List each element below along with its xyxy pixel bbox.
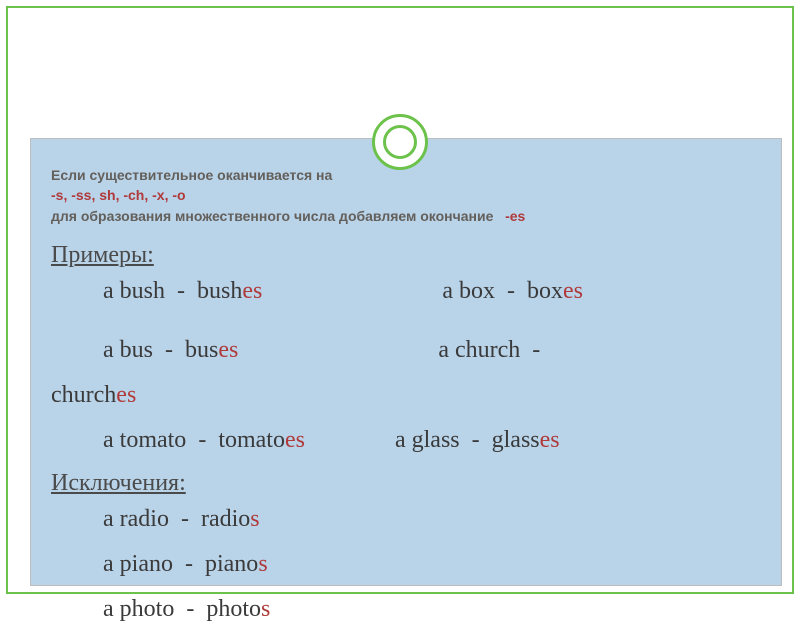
plural-suffix: s (258, 551, 267, 577)
plural-suffix: es (563, 278, 583, 304)
exception-row: a radio - radios (31, 497, 781, 542)
plural-suffix: es (242, 278, 262, 304)
content-box: Если существительное оканчивается на -s,… (30, 138, 782, 586)
plural-suffix: s (250, 506, 259, 532)
example-singular: a glass (395, 427, 460, 453)
decorative-circle (372, 114, 428, 170)
exceptions-list: a radio - radiosa piano - pianosa photo … (31, 497, 781, 632)
exception-plural: radios (201, 506, 260, 532)
rule-endings: -s, -ss, sh, -ch, -x, -o (51, 185, 761, 205)
example-singular: a tomato (103, 427, 186, 453)
example-plural: churches (51, 382, 136, 408)
plural-suffix: es (540, 427, 560, 453)
spacer (31, 314, 781, 328)
plural-suffix: es (116, 382, 136, 408)
example-singular: a bush (103, 278, 165, 304)
circle-outer-icon (372, 114, 428, 170)
examples-header: Примеры: (31, 234, 781, 269)
plural-suffix: es (218, 337, 238, 363)
example-singular: a church (438, 337, 520, 363)
circle-inner-icon (383, 125, 417, 159)
example-plural: tomatoes (218, 427, 305, 453)
plural-suffix: es (285, 427, 305, 453)
exception-singular: a radio (103, 506, 169, 532)
example-plural: buses (185, 337, 238, 363)
rule-line2: для образования множественного числа доб… (51, 206, 761, 226)
example-plural: boxes (527, 278, 583, 304)
exception-row: a piano - pianos (31, 542, 781, 587)
rule-line2-pre: для образования множественного числа доб… (51, 208, 493, 224)
example-singular: a bus (103, 337, 153, 363)
example-row: a tomato - tomatoesa glass - glasses (31, 418, 781, 463)
exceptions-header: Исключения: (31, 464, 781, 497)
example-row-continuation: churches (31, 373, 781, 418)
rule-suffix: -es (505, 208, 525, 224)
example-row: a bus - busesa church - (31, 328, 781, 373)
slide-frame: Если существительное оканчивается на -s,… (6, 6, 794, 594)
examples-list: a bush - bushesa box - boxesa bus - buse… (31, 269, 781, 464)
example-singular: a box (442, 278, 495, 304)
example-plural: glasses (492, 427, 560, 453)
example-plural: bushes (197, 278, 262, 304)
exception-singular: a piano (103, 551, 173, 577)
exception-plural: pianos (205, 551, 268, 577)
exception-row: a photo - photos (31, 587, 781, 632)
example-row: a bush - bushesa box - boxes (31, 269, 781, 314)
